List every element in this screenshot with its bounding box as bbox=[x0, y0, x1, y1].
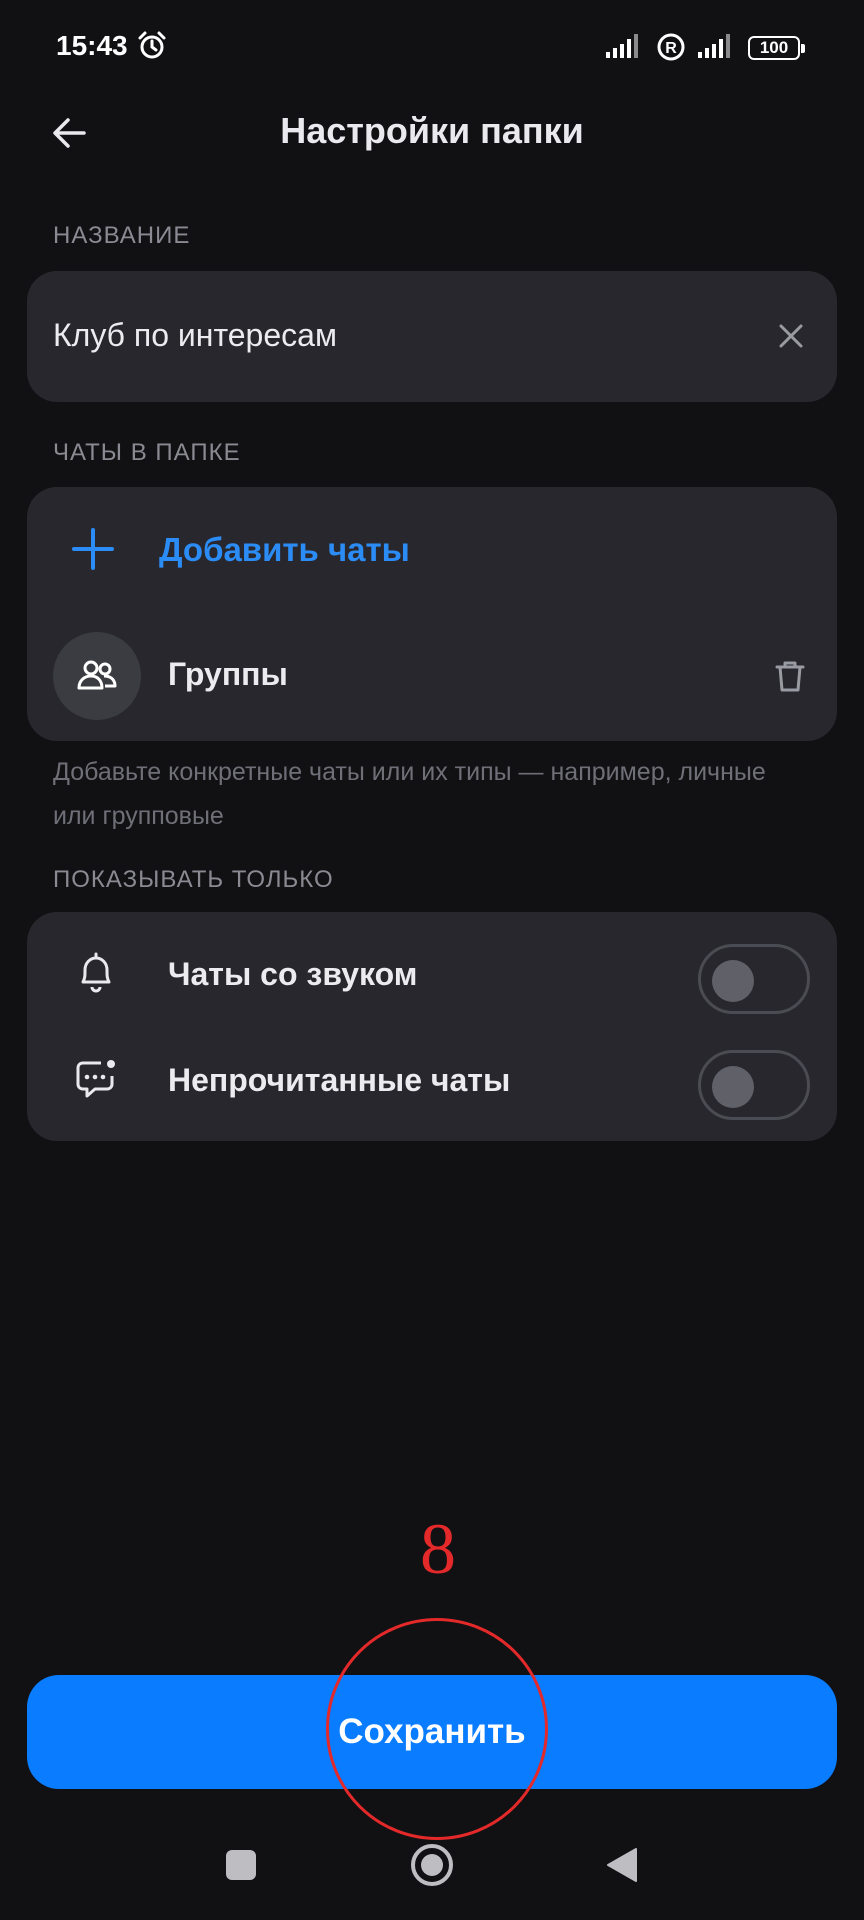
people-icon bbox=[77, 660, 117, 690]
add-chats-button[interactable]: Добавить чаты bbox=[27, 487, 837, 612]
chats-hint: Добавьте конкретные чаты или их типы — н… bbox=[53, 758, 766, 830]
battery-indicator: 100 bbox=[748, 36, 805, 60]
header: Настройки папки bbox=[0, 96, 864, 166]
home-icon[interactable] bbox=[409, 1842, 455, 1888]
page-title: Настройки папки bbox=[280, 110, 584, 151]
sound-chats-label: Чаты со звуком bbox=[168, 956, 418, 992]
add-chats-label: Добавить чаты bbox=[159, 531, 410, 568]
list-item-label: Группы bbox=[168, 656, 288, 692]
unread-chats-toggle[interactable] bbox=[698, 1050, 810, 1120]
unread-chat-icon bbox=[76, 1060, 115, 1098]
alarm-icon bbox=[138, 31, 166, 59]
status-time: 15:43 bbox=[56, 30, 128, 61]
chats-card: Добавить чаты Группы bbox=[27, 487, 837, 741]
sound-chats-row[interactable]: Чаты со звуком bbox=[27, 920, 837, 1026]
sound-chats-toggle[interactable] bbox=[698, 944, 810, 1014]
back-triangle-icon[interactable] bbox=[604, 1846, 638, 1884]
roaming-icon: R bbox=[657, 33, 685, 61]
avatar bbox=[53, 632, 141, 720]
unread-chats-row[interactable]: Непрочитанные чаты bbox=[27, 1026, 837, 1132]
toggle-knob bbox=[712, 1066, 754, 1108]
chats-section-label: ЧАТЫ В ПАПКЕ bbox=[53, 439, 241, 466]
signal-icon bbox=[698, 34, 730, 58]
annotation-number: 8 bbox=[420, 1509, 456, 1589]
status-bar: 15:43 R 100 bbox=[0, 0, 864, 96]
close-icon[interactable] bbox=[775, 320, 807, 352]
svg-text:R: R bbox=[665, 40, 677, 57]
recents-icon[interactable] bbox=[226, 1850, 256, 1880]
signal-icon bbox=[606, 34, 638, 58]
system-nav-bar bbox=[0, 1812, 864, 1920]
filter-card: Чаты со звуком Непрочитанные чаты bbox=[27, 912, 837, 1141]
folder-name-input[interactable]: Клуб по интересам bbox=[53, 317, 337, 354]
filter-section-label: ПОКАЗЫВАТЬ ТОЛЬКО bbox=[53, 866, 334, 893]
bell-icon bbox=[81, 952, 111, 993]
trash-icon[interactable] bbox=[771, 657, 809, 695]
toggle-knob bbox=[712, 960, 754, 1002]
list-item[interactable]: Группы bbox=[27, 612, 837, 737]
save-button[interactable]: Сохранить bbox=[27, 1675, 837, 1789]
name-input-card[interactable]: Клуб по интересам bbox=[27, 271, 837, 402]
plus-icon bbox=[72, 528, 114, 570]
unread-chats-label: Непрочитанные чаты bbox=[168, 1062, 511, 1098]
name-section-label: НАЗВАНИЕ bbox=[53, 222, 191, 249]
